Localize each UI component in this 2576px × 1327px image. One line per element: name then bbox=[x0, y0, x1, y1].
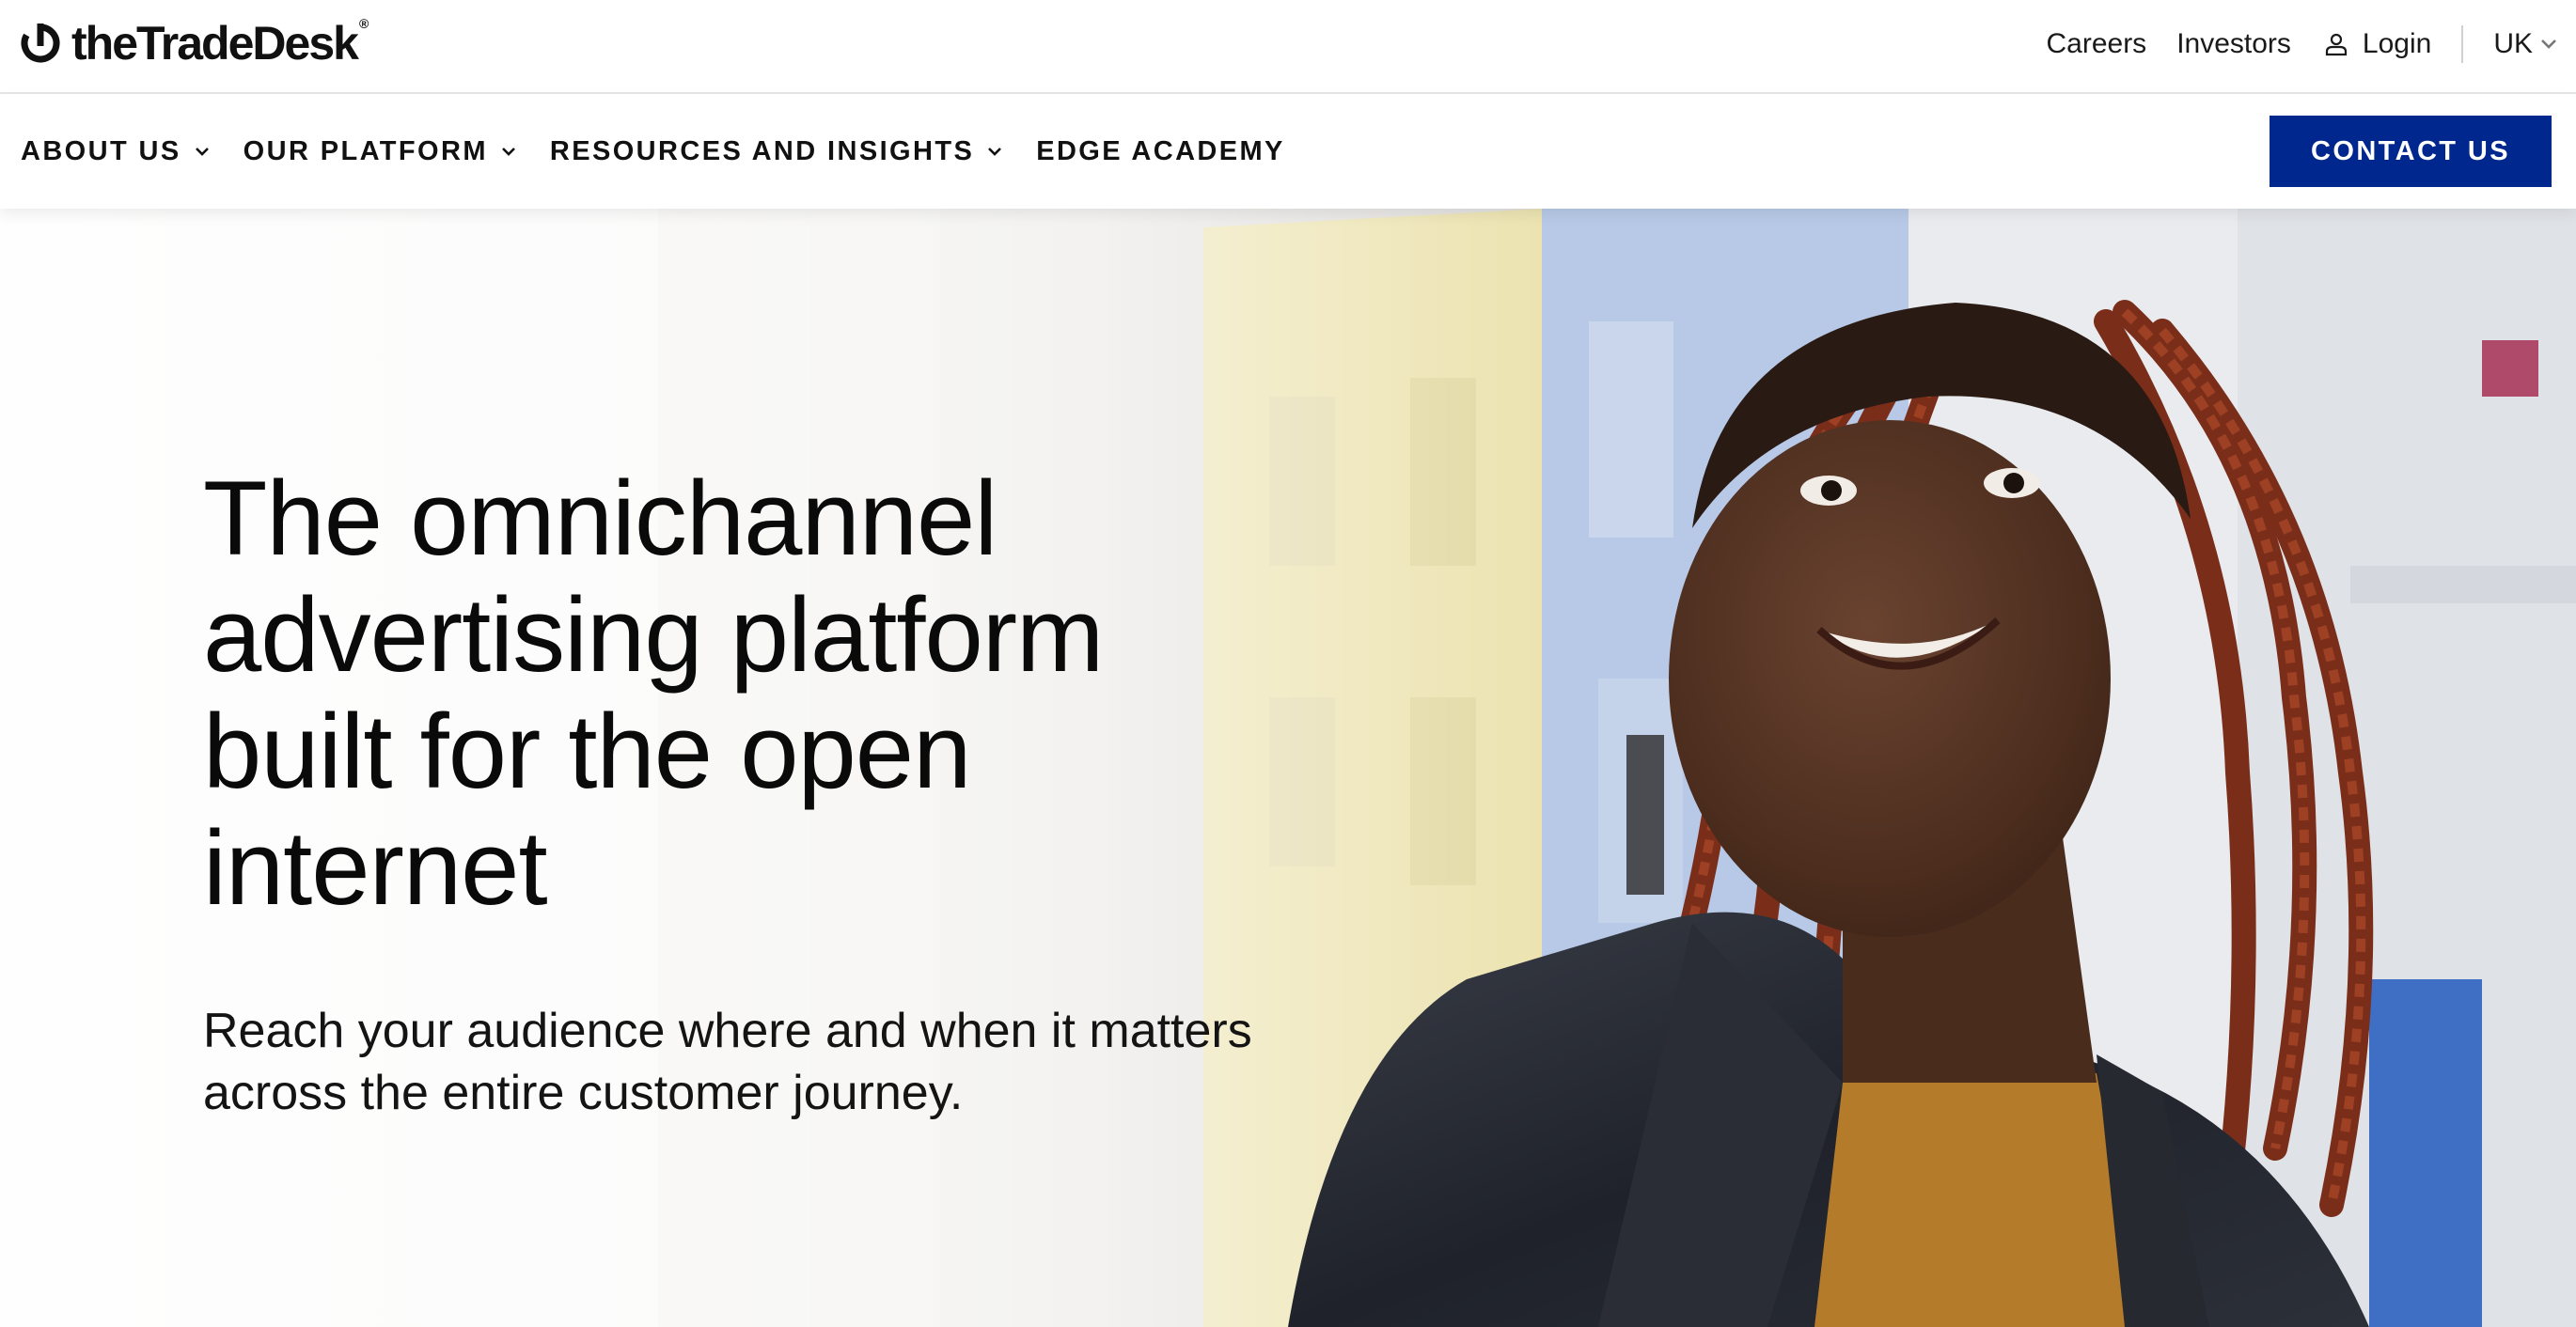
careers-link[interactable]: Careers bbox=[2046, 28, 2146, 60]
utility-header: theTradeDesk ® Careers Investors Login UK bbox=[0, 0, 2576, 94]
nav-item-edge-academy[interactable]: EDGE ACADEMY bbox=[1036, 136, 1285, 167]
hero-subtitle: Reach your audience where and when it ma… bbox=[203, 1004, 1252, 1120]
main-nav: ABOUT US OUR PLATFORM RESOURCES AND INSI… bbox=[0, 94, 2576, 209]
contact-us-button[interactable]: CONTACT US bbox=[2270, 116, 2552, 187]
nav-item-our-platform[interactable]: OUR PLATFORM bbox=[243, 136, 516, 167]
chevron-down-icon bbox=[2541, 39, 2556, 49]
ttd-logo-mark-icon bbox=[21, 23, 60, 63]
nav-item-about-us[interactable]: ABOUT US bbox=[21, 136, 210, 167]
nav-item-resources-and-insights[interactable]: RESOURCES AND INSIGHTS bbox=[550, 136, 1002, 167]
nav-item-label: ABOUT US bbox=[21, 135, 181, 166]
chevron-down-icon bbox=[501, 148, 515, 156]
main-nav-items: ABOUT US OUR PLATFORM RESOURCES AND INSI… bbox=[21, 94, 1319, 209]
hero-copy: The omnichannel advertising platform bui… bbox=[203, 461, 1275, 1124]
user-icon bbox=[2325, 33, 2348, 56]
nav-item-label: RESOURCES AND INSIGHTS bbox=[549, 135, 975, 166]
chevron-down-icon bbox=[988, 148, 1002, 156]
nav-item-label: EDGE ACADEMY bbox=[1036, 135, 1285, 166]
logo-wordmark: theTradeDesk ® bbox=[71, 16, 369, 70]
region-label: UK bbox=[2493, 28, 2533, 59]
investors-link[interactable]: Investors bbox=[2176, 28, 2291, 60]
login-link[interactable]: Login bbox=[2323, 28, 2431, 60]
login-label: Login bbox=[2362, 28, 2432, 59]
hero-title: The omnichannel advertising platform bui… bbox=[203, 460, 1104, 927]
region-selector[interactable]: UK bbox=[2493, 28, 2557, 60]
utility-nav: Careers Investors Login UK bbox=[2016, 21, 2557, 68]
utility-divider bbox=[2461, 25, 2464, 63]
hero-section: The omnichannel advertising platform bui… bbox=[0, 209, 2576, 1327]
nav-item-label: OUR PLATFORM bbox=[243, 135, 488, 166]
chevron-down-icon bbox=[195, 148, 209, 156]
brand-logo[interactable]: theTradeDesk ® bbox=[19, 16, 369, 70]
